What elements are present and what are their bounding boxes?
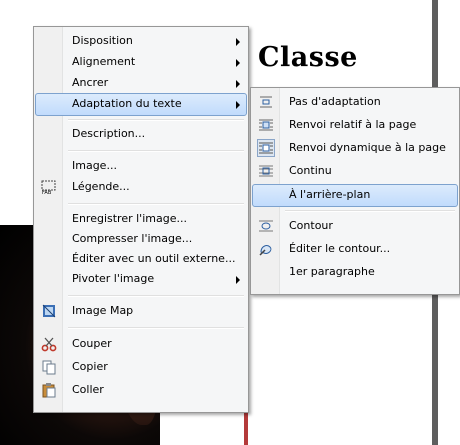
copy-icon bbox=[41, 359, 57, 375]
menu-item-compresser-image[interactable]: Compresser l'image... bbox=[36, 229, 246, 250]
submenu-arrow-icon bbox=[236, 38, 240, 46]
edit-contour-icon bbox=[258, 241, 274, 257]
menu-item-label: Adaptation du texte bbox=[72, 97, 182, 110]
menu-item-ancrer[interactable]: Ancrer bbox=[36, 73, 246, 94]
menu-separator bbox=[68, 119, 244, 121]
menu-item-label: Image Map bbox=[72, 304, 134, 317]
menu-item-label: Renvoi relatif à la page bbox=[289, 118, 417, 131]
submenu-item-arriere-plan[interactable]: À l'arrière-plan bbox=[252, 184, 458, 207]
menu-item-label: Pas d'adaptation bbox=[289, 95, 381, 108]
menu-item-label: Disposition bbox=[72, 34, 133, 47]
menu-separator bbox=[68, 327, 244, 329]
submenu-item-continu[interactable]: Continu bbox=[253, 161, 457, 182]
menu-item-label: Coller bbox=[72, 383, 104, 396]
submenu-arrow-icon bbox=[236, 276, 240, 284]
submenu-item-contour[interactable]: Contour bbox=[253, 216, 457, 237]
submenu-arrow-icon bbox=[236, 80, 240, 88]
menu-item-label: Alignement bbox=[72, 55, 136, 68]
menu-separator bbox=[68, 150, 244, 152]
menu-item-label: Copier bbox=[72, 360, 108, 373]
menu-item-image[interactable]: Image... bbox=[36, 156, 246, 177]
submenu-item-premier-paragraphe[interactable]: 1er paragraphe bbox=[253, 262, 457, 283]
menu-separator bbox=[68, 203, 244, 205]
wrap-off-icon bbox=[258, 94, 274, 110]
image-map-icon bbox=[41, 303, 57, 319]
menu-item-pivoter-image[interactable]: Pivoter l'image bbox=[36, 269, 246, 290]
menu-item-alignement[interactable]: Alignement bbox=[36, 52, 246, 73]
scissors-icon bbox=[41, 336, 57, 352]
wrap-through-icon bbox=[258, 163, 274, 179]
menu-item-image-map[interactable]: Image Map bbox=[36, 301, 246, 322]
submenu-item-pas-adaptation[interactable]: Pas d'adaptation bbox=[253, 92, 457, 113]
menu-item-coller[interactable]: Coller bbox=[36, 380, 246, 401]
menu-item-description[interactable]: Description... bbox=[36, 124, 246, 145]
menu-item-copier[interactable]: Copier bbox=[36, 357, 246, 378]
menu-separator bbox=[68, 295, 244, 297]
submenu-item-renvoi-relatif[interactable]: Renvoi relatif à la page bbox=[253, 115, 457, 136]
menu-item-label: Légende... bbox=[72, 180, 130, 193]
wrap-submenu: Pas d'adaptation Renvoi relatif à la pag… bbox=[250, 87, 460, 295]
menu-item-label: Éditer avec un outil externe... bbox=[72, 252, 236, 265]
menu-item-label: Description... bbox=[72, 127, 146, 140]
menu-item-label: Pivoter l'image bbox=[72, 272, 155, 285]
submenu-arrow-icon bbox=[236, 101, 240, 109]
menu-item-disposition[interactable]: Disposition bbox=[36, 31, 246, 52]
menu-item-editer-outil-externe[interactable]: Éditer avec un outil externe... bbox=[36, 249, 246, 270]
document-heading: Classe bbox=[258, 42, 358, 73]
submenu-arrow-icon bbox=[236, 59, 240, 67]
menu-item-label: Continu bbox=[289, 164, 332, 177]
paste-icon bbox=[41, 382, 57, 398]
menu-item-label: À l'arrière-plan bbox=[289, 188, 371, 201]
menu-item-label: Enregistrer l'image... bbox=[72, 212, 187, 225]
menu-item-adaptation-du-texte[interactable]: Adaptation du texte bbox=[35, 93, 247, 116]
svg-text:FAB: FAB bbox=[42, 190, 52, 195]
menu-item-enregistrer-image[interactable]: Enregistrer l'image... bbox=[36, 209, 246, 230]
context-menu: Disposition Alignement Ancrer Adaptation… bbox=[33, 26, 249, 413]
menu-item-legende[interactable]: FAB Légende... bbox=[36, 177, 246, 198]
menu-item-label: Contour bbox=[289, 219, 333, 232]
menu-item-couper[interactable]: Couper bbox=[36, 334, 246, 355]
caption-icon: FAB bbox=[41, 179, 57, 196]
menu-item-label: Image... bbox=[72, 159, 117, 172]
wrap-page-icon bbox=[258, 117, 274, 133]
menu-item-label: Couper bbox=[72, 337, 112, 350]
menu-item-label: Compresser l'image... bbox=[72, 232, 193, 245]
submenu-item-editer-contour[interactable]: Éditer le contour... bbox=[253, 239, 457, 260]
menu-item-label: Renvoi dynamique à la page bbox=[289, 141, 446, 154]
menu-item-label: 1er paragraphe bbox=[289, 265, 375, 278]
contour-icon bbox=[258, 218, 274, 234]
wrap-optimal-icon bbox=[257, 139, 275, 157]
submenu-item-renvoi-dynamique[interactable]: Renvoi dynamique à la page bbox=[253, 138, 457, 159]
menu-item-label: Éditer le contour... bbox=[289, 242, 391, 255]
menu-separator bbox=[285, 210, 455, 212]
menu-item-label: Ancrer bbox=[72, 76, 109, 89]
